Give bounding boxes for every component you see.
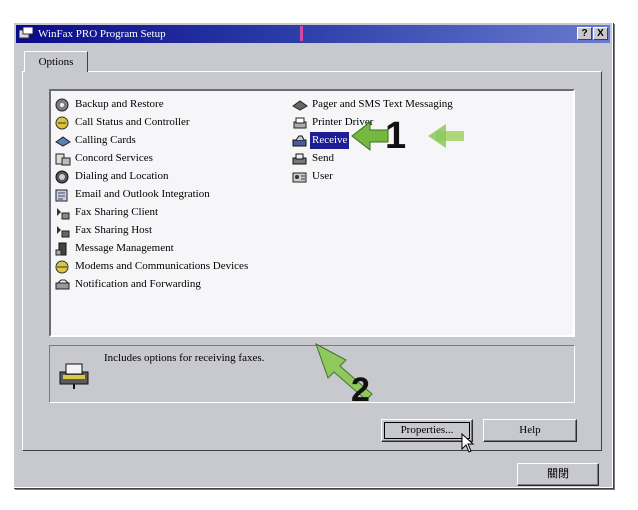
- options-listbox[interactable]: Backup and Restore Call Status and Contr…: [49, 89, 575, 337]
- list-item-label: Fax Sharing Host: [75, 224, 152, 236]
- printer-icon: [293, 117, 307, 128]
- modem-icon: [55, 260, 69, 273]
- properties-button-label: Properties...: [400, 424, 454, 436]
- list-item-label: Backup and Restore: [75, 98, 164, 110]
- help-button[interactable]: Help: [483, 419, 577, 442]
- setup-dialog: WinFax PRO Program Setup ? X Options Bac…: [13, 22, 613, 488]
- list-item-dialing-location[interactable]: Dialing and Location: [55, 168, 170, 185]
- message-icon: [55, 242, 67, 255]
- list-item-label: Call Status and Controller: [75, 116, 190, 128]
- fax-client-icon: [57, 207, 70, 219]
- list-item-pager-sms[interactable]: Pager and SMS Text Messaging: [292, 96, 455, 113]
- properties-button[interactable]: Properties...: [381, 419, 473, 442]
- list-item-email-outlook[interactable]: Email and Outlook Integration: [55, 186, 212, 203]
- list-item-modems-devices[interactable]: Modems and Communications Devices: [55, 258, 250, 275]
- tab-options-label: Options: [38, 56, 74, 68]
- title-bar: WinFax PRO Program Setup ? X: [16, 25, 610, 43]
- step1-arrow-icon: [351, 120, 464, 152]
- list-item-label: Fax Sharing Client: [75, 206, 159, 218]
- list-item-user[interactable]: User: [292, 168, 335, 185]
- list-item-label: Email and Outlook Integration: [75, 188, 210, 200]
- dialing-icon: [55, 170, 69, 183]
- step1-label: 1: [385, 115, 407, 157]
- list-item-call-status[interactable]: Call Status and Controller: [55, 114, 192, 131]
- close-button[interactable]: 關閉: [517, 463, 599, 486]
- close-title-button[interactable]: X: [593, 27, 608, 40]
- list-item-label: Message Management: [75, 242, 174, 254]
- list-item-message-management[interactable]: Message Management: [55, 240, 176, 257]
- backup-icon: [55, 98, 69, 111]
- tab-options[interactable]: Options: [24, 51, 88, 72]
- list-item-receive[interactable]: Receive: [292, 132, 350, 149]
- list-item-label: Notification and Forwarding: [75, 278, 201, 290]
- list-item-label: User: [312, 170, 333, 182]
- pager-icon: [292, 99, 308, 111]
- email-icon: [55, 189, 68, 201]
- close-button-label: 關閉: [547, 468, 569, 480]
- list-item-fax-sharing-host[interactable]: Fax Sharing Host: [55, 222, 154, 239]
- window-title: WinFax PRO Program Setup: [38, 28, 166, 40]
- list-item-label: Concord Services: [75, 152, 153, 164]
- list-item-calling-cards[interactable]: Calling Cards: [55, 132, 138, 149]
- list-item-label: Dialing and Location: [75, 170, 169, 182]
- calling-card-icon: [55, 135, 71, 147]
- step2-arrow-icon: [315, 342, 373, 401]
- list-item-concord-services[interactable]: Concord Services: [55, 150, 155, 167]
- send-icon: [292, 153, 307, 164]
- notification-icon: [55, 279, 70, 289]
- receive-icon: [292, 135, 307, 146]
- mouse-pointer-icon: [461, 433, 475, 453]
- app-icon: [19, 27, 33, 39]
- description-text: Includes options for receiving faxes.: [104, 352, 265, 364]
- list-item-label: Receive: [310, 132, 350, 149]
- list-item-send[interactable]: Send: [292, 150, 336, 167]
- fax-host-icon: [57, 225, 70, 237]
- list-item-label: Pager and SMS Text Messaging: [312, 98, 453, 110]
- list-item-fax-sharing-client[interactable]: Fax Sharing Client: [55, 204, 160, 221]
- user-icon: [292, 172, 307, 182]
- list-item-notification-forwarding[interactable]: Notification and Forwarding: [55, 276, 203, 293]
- step2-label: 2: [351, 371, 370, 409]
- call-status-icon: [55, 116, 69, 129]
- list-item-backup-restore[interactable]: Backup and Restore: [55, 96, 166, 113]
- concord-icon: [55, 153, 71, 165]
- list-item-label: Send: [312, 152, 334, 164]
- list-item-label: Calling Cards: [75, 134, 136, 146]
- list-item-label: Modems and Communications Devices: [75, 260, 249, 272]
- help-title-button[interactable]: ?: [577, 27, 592, 40]
- help-button-label: Help: [519, 424, 541, 436]
- text-cursor: [300, 26, 303, 41]
- fax-machine-icon: [59, 363, 89, 389]
